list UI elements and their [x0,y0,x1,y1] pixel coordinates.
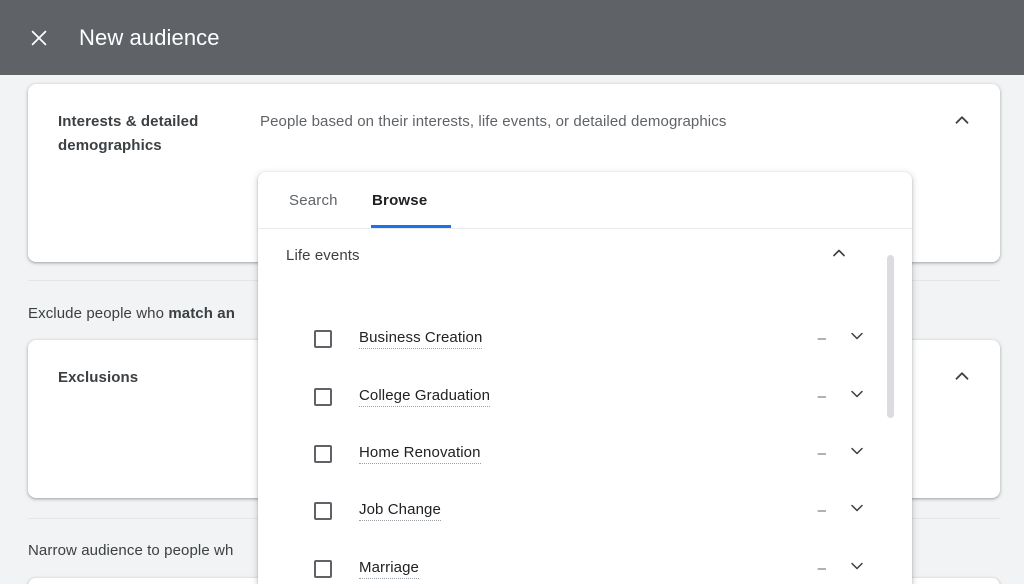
list-item-expand-button[interactable] [843,383,871,411]
card-description: People based on their interests, life ev… [260,113,727,130]
group-header-life-events[interactable]: Life events [258,229,912,281]
list-item: Job Change – [258,482,912,539]
exclude-prompt-prefix: Exclude people who [28,305,169,322]
card-title: Interests & detailed demographics [58,113,199,154]
tab-browse[interactable]: Browse [372,172,427,229]
chevron-up-icon [951,109,973,136]
checkbox-home-renovation[interactable] [314,444,332,463]
list-item-metric: – [817,388,826,405]
chevron-up-icon [951,365,973,392]
list-item-metric: – [817,330,826,347]
checkbox-college-graduation[interactable] [314,387,332,406]
close-button[interactable] [17,16,61,60]
page-title: New audience [79,24,220,50]
panel-tabs: Search Browse [258,172,912,229]
close-icon [28,27,50,49]
chevron-down-icon [847,326,867,351]
tab-search[interactable]: Search [289,172,338,229]
narrow-prompt: Narrow audience to people wh [28,542,234,559]
chevron-up-icon [829,243,849,268]
list-item-expand-button[interactable] [843,497,871,525]
list-item-metric: – [817,445,826,462]
list-item-expand-button[interactable] [843,440,871,468]
list-item-label[interactable]: Home Renovation [359,444,481,464]
chevron-down-icon [847,556,867,581]
list-item-label[interactable]: College Graduation [359,387,491,407]
checkbox-job-change[interactable] [314,501,332,520]
list-item-expand-button[interactable] [843,555,871,583]
list-item-metric: – [817,502,826,519]
list-item-label[interactable]: Marriage [359,559,419,579]
list-item-metric: – [817,560,826,577]
list-item: Business Creation – [258,310,912,367]
list-item-label[interactable]: Job Change [359,501,441,521]
dialog-header: New audience [0,0,1024,75]
chevron-down-icon [847,441,867,466]
list-item-label[interactable]: Business Creation [359,329,483,349]
list-item: Home Renovation – [258,425,912,482]
chevron-down-icon [847,384,867,409]
checkbox-marriage[interactable] [314,559,332,578]
browse-list: Life events Business Creation – College … [258,229,912,584]
card-collapse-button[interactable] [944,104,980,140]
browse-panel: Search Browse Life events Business Creat… [258,172,912,584]
card-collapse-button[interactable] [944,360,980,396]
exclude-prompt-emphasis: match an [168,305,235,322]
active-tab-indicator [371,225,451,228]
checkbox-business-creation[interactable] [314,329,332,348]
list-item: College Graduation – [258,368,912,425]
list-item-expand-button[interactable] [843,325,871,353]
card-title: Exclusions [58,369,139,386]
group-header-label: Life events [286,246,360,264]
chevron-down-icon [847,498,867,523]
list-item: Marriage – [258,540,912,584]
panel-scrollbar-thumb[interactable] [887,255,894,418]
group-collapse-button[interactable] [823,239,855,271]
exclude-prompt: Exclude people who match an [28,304,235,324]
panel-scrollbar-track[interactable] [887,229,903,584]
